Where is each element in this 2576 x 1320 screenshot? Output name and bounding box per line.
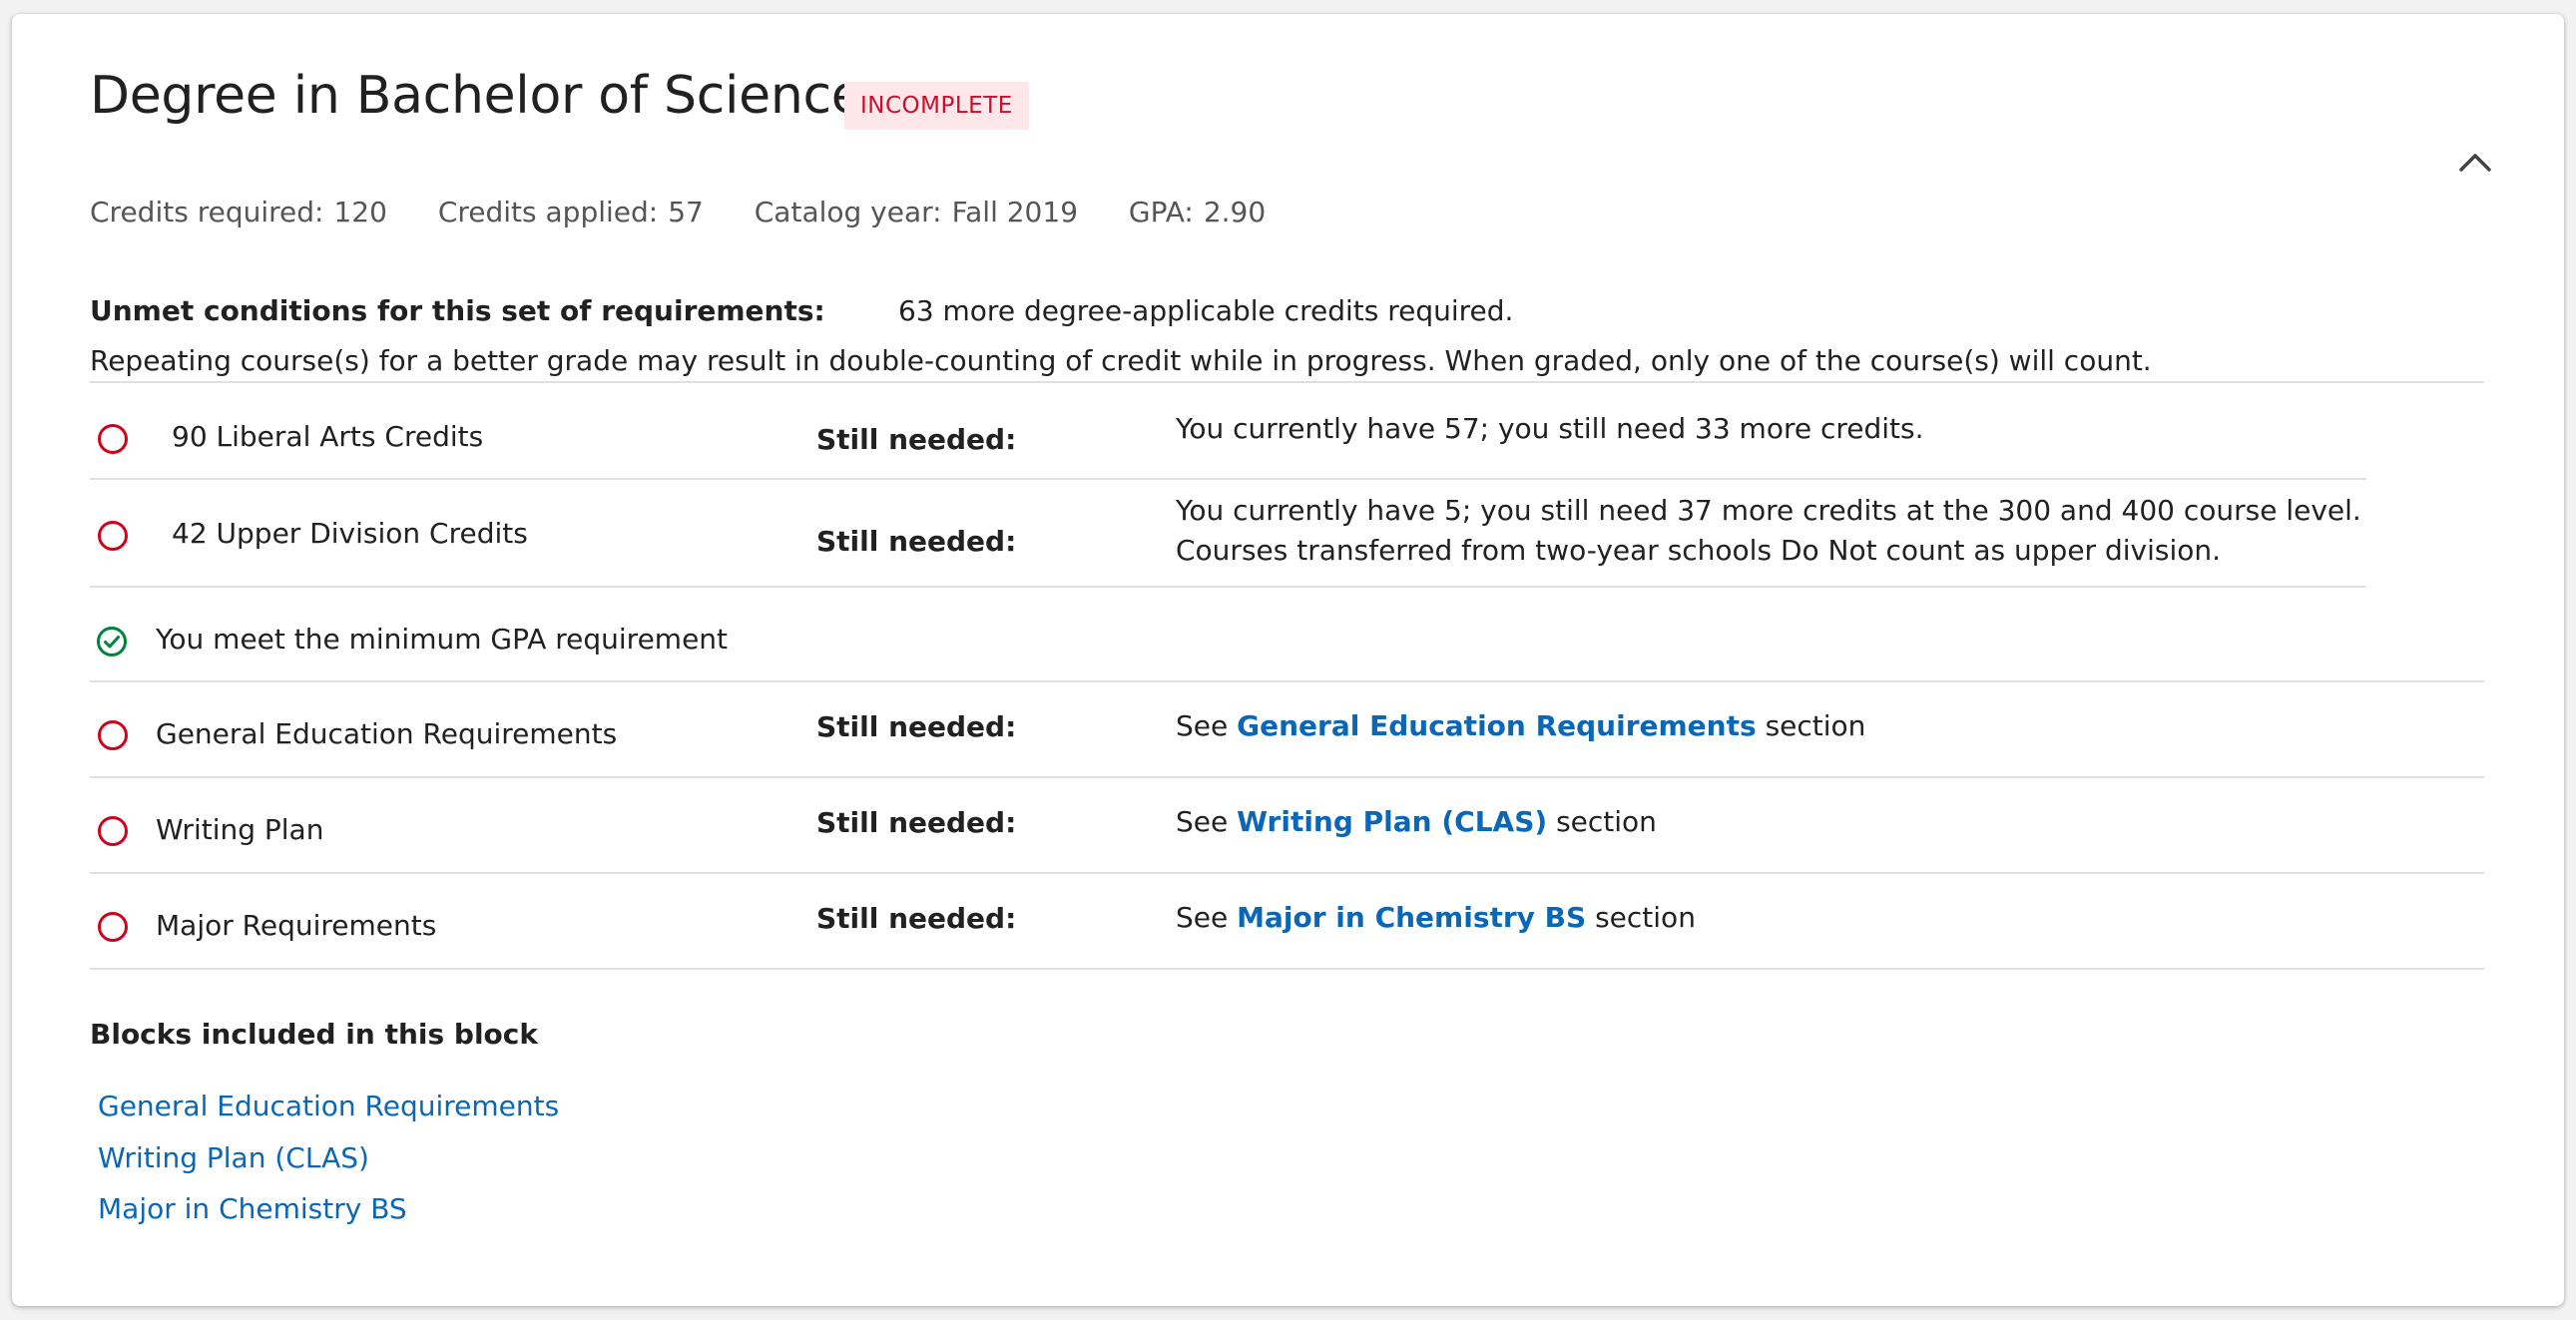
requirement-label: You meet the minimum GPA requirement: [156, 623, 729, 656]
gen-ed-section-link[interactable]: General Education Requirements: [1237, 709, 1757, 742]
unmet-conditions-label: Unmet conditions for this set of require…: [90, 294, 825, 327]
requirement-label: Major Requirements: [156, 909, 437, 942]
credits-applied: Credits applied: 57: [437, 196, 704, 228]
requirement-detail: See Writing Plan (CLAS) section: [1176, 805, 1657, 838]
unmet-conditions-value: 63 more degree-applicable credits requir…: [898, 294, 1514, 327]
divider: [90, 586, 2366, 588]
still-needed-label: Still needed:: [816, 710, 1017, 743]
requirement-label: 90 Liberal Arts Credits: [172, 420, 484, 453]
divider: [90, 776, 2484, 778]
catalog-year: Catalog year: Fall 2019: [754, 196, 1079, 228]
major-section-link[interactable]: Major in Chemistry BS: [1237, 901, 1586, 934]
requirement-label: General Education Requirements: [156, 717, 618, 750]
unmet-circle-icon: [98, 521, 128, 551]
page-title: Degree in Bachelor of Science: [90, 66, 863, 126]
unmet-circle-icon: [98, 720, 128, 750]
still-needed-label: Still needed:: [816, 902, 1017, 935]
divider: [90, 381, 2484, 383]
requirement-detail: You currently have 57; you still need 33…: [1176, 412, 1924, 445]
unmet-circle-icon: [98, 816, 128, 846]
status-badge: INCOMPLETE: [844, 82, 1029, 130]
divider: [90, 478, 2366, 480]
chevron-up-icon: [2459, 154, 2491, 172]
writing-plan-section-link[interactable]: Writing Plan (CLAS): [1237, 805, 1547, 838]
block-link-major[interactable]: Major in Chemistry BS: [98, 1192, 407, 1225]
still-needed-label: Still needed:: [816, 525, 1017, 558]
requirement-label: Writing Plan: [156, 813, 324, 846]
requirement-label: 42 Upper Division Credits: [172, 517, 528, 550]
collapse-button[interactable]: [2453, 140, 2497, 184]
block-link-writing-plan[interactable]: Writing Plan (CLAS): [98, 1141, 369, 1174]
divider: [90, 968, 2484, 970]
divider: [90, 872, 2484, 874]
divider: [90, 680, 2484, 682]
unmet-circle-icon: [98, 912, 128, 942]
requirement-detail: You currently have 5; you still need 37 …: [1176, 494, 2361, 567]
requirement-detail: See Major in Chemistry BS section: [1176, 901, 1696, 934]
credits-required: Credits required: 120: [90, 196, 387, 228]
degree-stats: Credits required: 120 Credits applied: 57 …: [90, 196, 1307, 228]
still-needed-label: Still needed:: [816, 423, 1017, 456]
check-circle-icon: [97, 627, 127, 657]
unmet-circle-icon: [98, 424, 128, 454]
still-needed-label: Still needed:: [816, 806, 1017, 839]
requirement-detail: See General Education Requirements secti…: [1176, 709, 1866, 742]
degree-card: Degree in Bachelor of Science INCOMPLETE…: [12, 14, 2564, 1306]
gpa: GPA: 2.90: [1128, 196, 1267, 228]
block-link-gen-ed[interactable]: General Education Requirements: [98, 1090, 559, 1122]
blocks-heading: Blocks included in this block: [90, 1018, 538, 1051]
repeat-course-note: Repeating course(s) for a better grade m…: [90, 344, 2152, 377]
